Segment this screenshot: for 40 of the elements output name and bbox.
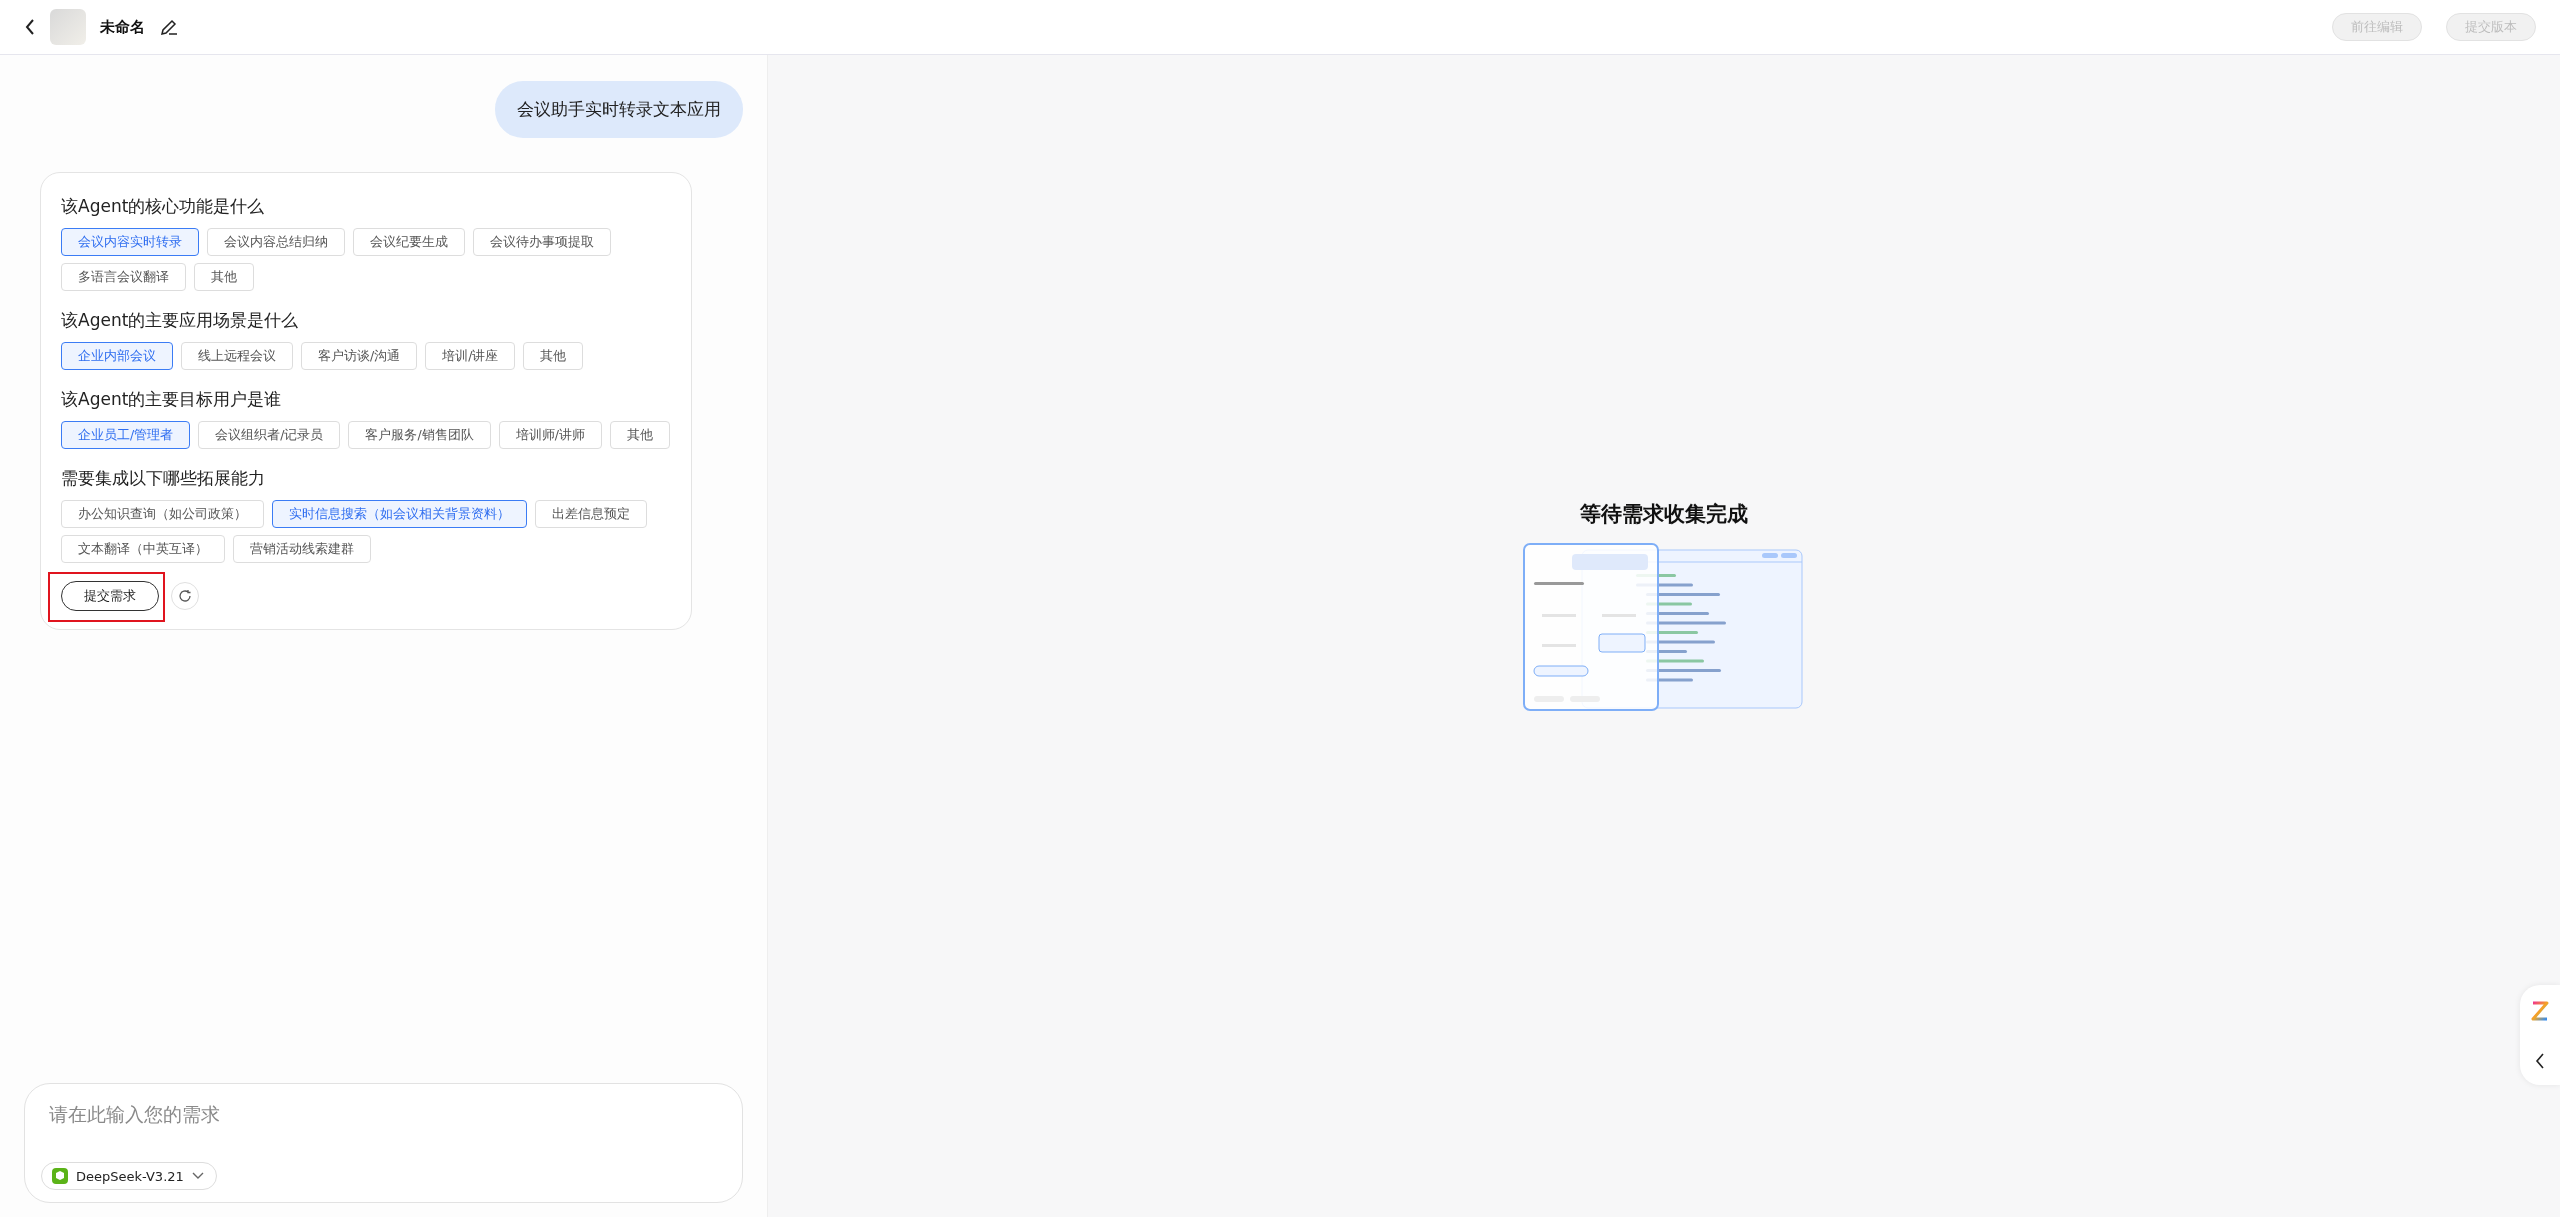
chevron-down-icon — [191, 1172, 204, 1180]
option-chip[interactable]: 办公知识查询（如公司政策） — [61, 500, 264, 528]
cube-icon — [52, 1168, 68, 1184]
question-title: 需要集成以下哪些拓展能力 — [61, 467, 266, 490]
option-chip[interactable]: 会议待办事项提取 — [473, 228, 611, 256]
question-title: 该Agent的主要目标用户是谁 — [61, 388, 283, 411]
question-title: 该Agent的主要应用场景是什么 — [61, 309, 300, 332]
option-chip[interactable]: 多语言会议翻译 — [61, 263, 186, 291]
option-chip[interactable]: 企业员工/管理者 — [61, 421, 191, 449]
edit-icon[interactable] — [159, 17, 179, 37]
back-icon[interactable] — [24, 18, 36, 36]
option-chip[interactable]: 客户访谈/沟通 — [301, 342, 418, 370]
question-title: 该Agent的核心功能是什么 — [61, 195, 266, 218]
option-chip[interactable]: 营销活动线索建群 — [233, 535, 371, 563]
chevron-left-icon[interactable] — [2535, 1053, 2545, 1069]
app-title: 未命名 — [100, 17, 145, 37]
refresh-icon — [178, 589, 192, 603]
option-chip[interactable]: 线上远程会议 — [181, 342, 293, 370]
model-selector[interactable]: DeepSeek-V3.21 — [41, 1162, 217, 1190]
submit-button[interactable]: 提交需求 — [61, 581, 159, 611]
option-chip[interactable]: 其他 — [194, 263, 254, 291]
user-message: 会议助手实时转录文本应用 — [495, 81, 743, 138]
option-chip[interactable]: 企业内部会议 — [61, 342, 173, 370]
option-chip[interactable]: 客户服务/销售团队 — [348, 421, 491, 449]
option-chip[interactable]: 实时信息搜索（如会议相关背景资料） — [272, 500, 527, 528]
app-thumbnail — [50, 9, 86, 45]
ribbon-logo-icon[interactable] — [2531, 1001, 2549, 1021]
option-chip[interactable]: 会议组织者/记录员 — [198, 421, 341, 449]
option-chip[interactable]: 会议纪要生成 — [353, 228, 465, 256]
refresh-button[interactable] — [171, 582, 199, 610]
option-chip[interactable]: 其他 — [523, 342, 584, 370]
option-chip[interactable]: 其他 — [609, 421, 670, 449]
option-chip[interactable]: 培训师/讲师 — [498, 421, 602, 449]
input-field[interactable]: 请在此输入您的需求 DeepSeek-V3.21 — [24, 1083, 743, 1203]
option-chip[interactable]: 会议内容实时转录 — [61, 228, 199, 256]
option-chip[interactable]: 文本翻译（中英互译） — [61, 535, 225, 563]
option-chip[interactable]: 培训/讲座 — [425, 342, 516, 370]
status-title: 等待需求收集完成 — [1580, 501, 1748, 528]
option-chip[interactable]: 会议内容总结归纳 — [207, 228, 345, 256]
option-chip[interactable]: 出差信息预定 — [535, 500, 647, 528]
